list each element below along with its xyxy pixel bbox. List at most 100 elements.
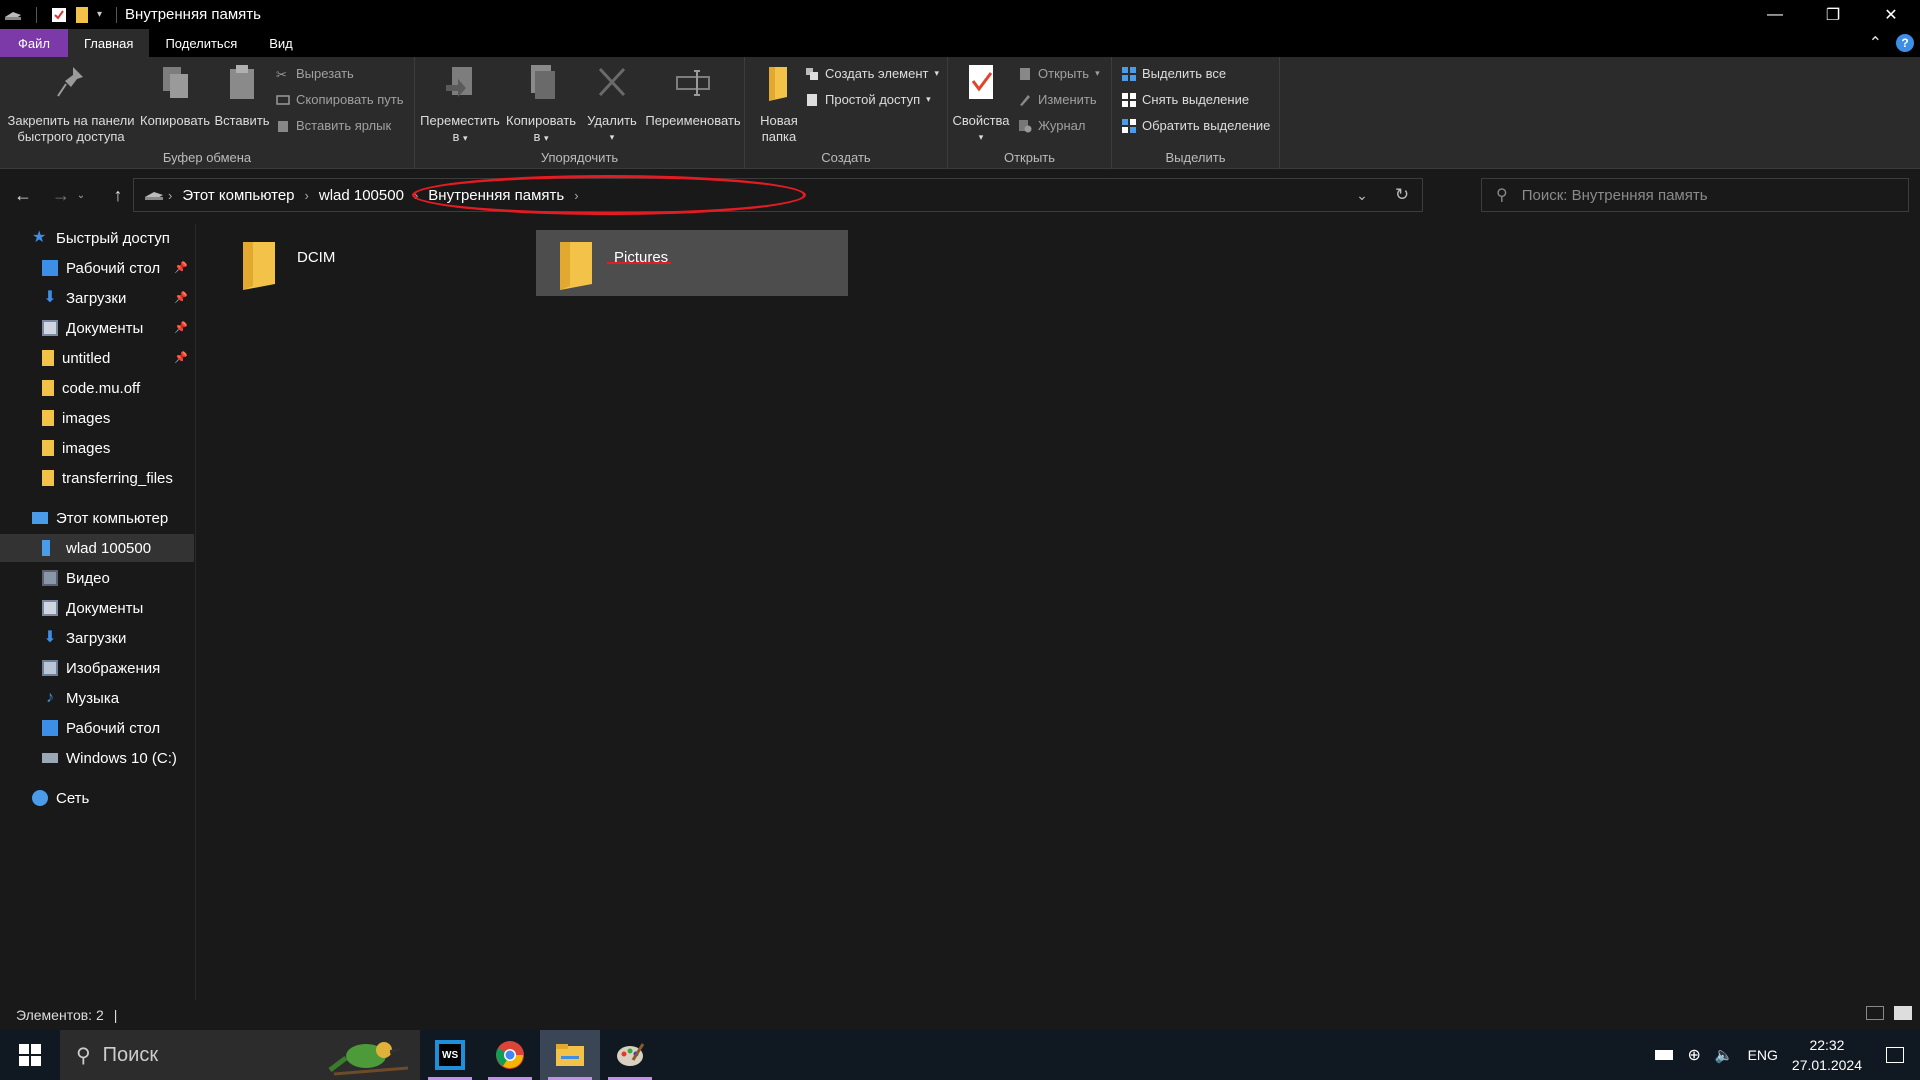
help-icon[interactable]: ? xyxy=(1896,34,1914,52)
sidebar-item-transferring-files[interactable]: transferring_files xyxy=(0,464,194,492)
address-history-dropdown-icon[interactable]: ⌄ xyxy=(1342,187,1382,204)
properties-button[interactable]: Свойства ▾ xyxy=(952,63,1010,145)
notifications-icon[interactable] xyxy=(1886,1047,1904,1063)
sidebar-item-wlad-100500[interactable]: wlad 100500 xyxy=(0,534,194,562)
breadcrumb-chevron-icon[interactable]: › xyxy=(570,188,582,203)
status-separator: | xyxy=(113,1007,118,1023)
sidebar-item-untitled[interactable]: untitled 📌 xyxy=(0,344,194,372)
easy-access-label: Простой доступ xyxy=(825,92,921,107)
sidebar-item-documents[interactable]: Документы 📌 xyxy=(0,314,194,342)
tab-share[interactable]: Поделиться xyxy=(149,29,253,57)
sidebar-item-music[interactable]: ♪ Музыка xyxy=(0,684,194,712)
forward-button[interactable]: → xyxy=(47,178,75,212)
breadcrumb-this-pc[interactable]: Этот компьютер xyxy=(176,187,300,204)
folder-item-dcim[interactable]: DCIM xyxy=(219,230,531,296)
collapse-ribbon-icon[interactable]: ⌃ xyxy=(1869,33,1882,53)
qa-dropdown-icon[interactable]: ▾ xyxy=(97,9,102,20)
open-button[interactable]: Открыть ▾ xyxy=(1018,66,1100,81)
sidebar-item-desktop[interactable]: Рабочий стол 📌 xyxy=(0,254,194,282)
paste-button[interactable]: Вставить xyxy=(212,63,272,129)
sidebar-item-pictures[interactable]: Изображения xyxy=(0,654,194,682)
new-item-button[interactable]: Создать элемент ▾ xyxy=(805,66,939,81)
recent-locations-button[interactable]: ⌄ xyxy=(73,178,89,212)
search-box[interactable]: ⚲ xyxy=(1481,178,1909,212)
delete-label: Удалить xyxy=(587,113,637,128)
taskbar-app-paint[interactable] xyxy=(600,1030,660,1080)
breadcrumb-chevron-icon[interactable]: › xyxy=(301,188,313,203)
new-folder-qa-icon[interactable] xyxy=(75,6,89,24)
select-none-button[interactable]: Снять выделение xyxy=(1122,92,1249,107)
taskbar-app-explorer[interactable] xyxy=(540,1030,600,1080)
refresh-icon[interactable]: ↻ xyxy=(1382,185,1422,205)
tab-file[interactable]: Файл xyxy=(0,29,68,57)
sidebar-item-code-mu-off[interactable]: code.mu.off xyxy=(0,374,194,402)
move-to-label-line2: в ▾ xyxy=(452,129,468,144)
move-to-button[interactable]: Переместить в ▾ xyxy=(419,63,501,146)
tab-view[interactable]: Вид xyxy=(253,29,309,57)
sidebar-item-downloads-pc[interactable]: ⬇ Загрузки xyxy=(0,624,194,652)
taskbar-app-chrome[interactable] xyxy=(480,1030,540,1080)
breadcrumb-device[interactable]: wlad 100500 xyxy=(313,187,410,204)
breadcrumb-current[interactable]: Внутренняя память xyxy=(422,187,570,204)
svg-text:WS: WS xyxy=(442,1050,458,1061)
delete-dropdown-icon[interactable]: ▾ xyxy=(583,129,641,145)
large-icons-view-icon[interactable] xyxy=(1894,1006,1912,1020)
webstorm-icon: WS xyxy=(435,1040,465,1070)
minimize-button[interactable]: — xyxy=(1746,0,1804,29)
sidebar-item-desktop-pc[interactable]: Рабочий стол xyxy=(0,714,194,742)
up-button[interactable]: ↑ xyxy=(104,178,132,212)
drive-icon xyxy=(5,11,21,20)
taskbar-search[interactable]: ⚲ Поиск xyxy=(60,1030,420,1080)
paste-label: Вставить xyxy=(214,113,270,128)
breadcrumb-chevron-icon[interactable]: › xyxy=(164,188,176,203)
search-input[interactable] xyxy=(1521,186,1882,204)
address-bar[interactable]: › Этот компьютер › wlad 100500 › Внутрен… xyxy=(133,178,1423,212)
input-language[interactable]: ENG xyxy=(1748,1047,1778,1063)
battery-icon[interactable] xyxy=(1655,1050,1674,1060)
easy-access-button[interactable]: Простой доступ ▾ xyxy=(805,92,931,107)
sidebar-item-video[interactable]: Видео xyxy=(0,564,194,592)
phone-icon xyxy=(42,540,50,556)
new-folder-button[interactable]: Новая папка xyxy=(751,63,807,145)
copy-path-button[interactable]: Скопировать путь xyxy=(276,92,404,107)
sidebar-item-downloads[interactable]: ⬇ Загрузки 📌 xyxy=(0,284,194,312)
close-button[interactable]: ✕ xyxy=(1862,0,1920,29)
sidebar-network[interactable]: Сеть xyxy=(0,784,194,812)
tab-home[interactable]: Главная xyxy=(67,29,150,57)
volume-icon[interactable]: 🔈 xyxy=(1715,1046,1734,1064)
folder-item-pictures[interactable]: Pictures xyxy=(536,230,848,296)
sidebar-item-windows-drive[interactable]: Windows 10 (C:) xyxy=(0,744,194,772)
copy-to-button[interactable]: Копировать в ▾ xyxy=(501,63,581,146)
select-all-button[interactable]: Выделить все xyxy=(1122,66,1226,81)
cut-label: Вырезать xyxy=(296,66,354,81)
invert-selection-button[interactable]: Обратить выделение xyxy=(1122,118,1270,133)
breadcrumb-chevron-icon[interactable]: › xyxy=(410,188,422,203)
edit-button[interactable]: Изменить xyxy=(1018,92,1097,107)
history-button[interactable]: Журнал xyxy=(1018,118,1085,133)
rename-button[interactable]: Переименовать xyxy=(641,63,745,129)
properties-check-icon[interactable] xyxy=(51,7,67,23)
start-button[interactable] xyxy=(0,1030,60,1080)
title-separator xyxy=(116,6,118,23)
cut-button[interactable]: ✂ Вырезать xyxy=(276,66,354,82)
sidebar-item-images[interactable]: images xyxy=(0,404,194,432)
globe-network-icon[interactable]: ⊕ xyxy=(1687,1045,1700,1065)
delete-button[interactable]: Удалить ▾ xyxy=(583,63,641,145)
properties-dropdown-icon[interactable]: ▾ xyxy=(952,129,1010,145)
taskbar-app-webstorm[interactable]: WS xyxy=(420,1030,480,1080)
back-button[interactable]: ← xyxy=(9,178,37,212)
details-view-icon[interactable] xyxy=(1866,1006,1884,1020)
open-group-label: Открыть xyxy=(1003,150,1056,165)
copy-icon xyxy=(163,67,188,98)
sidebar-item-documents-pc[interactable]: Документы xyxy=(0,594,194,622)
sidebar-this-pc[interactable]: Этот компьютер xyxy=(0,504,194,532)
copy-button[interactable]: Копировать xyxy=(138,63,212,129)
select-group: Выделить все Снять выделение Обратить вы… xyxy=(1112,57,1280,169)
windows-logo-icon xyxy=(19,1044,41,1066)
sidebar-quick-access[interactable]: ★ Быстрый доступ xyxy=(0,224,194,252)
clock[interactable]: 22:32 27.01.2024 xyxy=(1792,1035,1862,1075)
paste-shortcut-button[interactable]: Вставить ярлык xyxy=(276,118,391,133)
pin-quick-access-button[interactable]: Закрепить на панели быстрого доступа xyxy=(6,63,136,145)
maximize-button[interactable]: ❐ xyxy=(1804,0,1862,29)
sidebar-item-images-2[interactable]: images xyxy=(0,434,194,462)
